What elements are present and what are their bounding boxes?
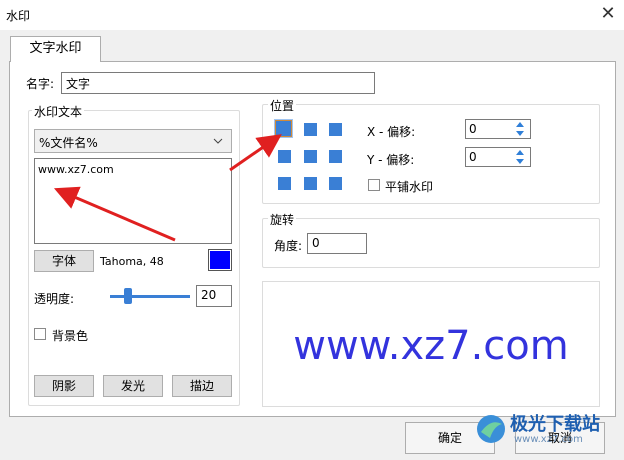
site-logo-url: www.xz7.com [514,434,583,445]
tab-text-watermark[interactable]: 文字水印 [10,36,101,62]
site-logo-icon [477,415,505,443]
arrow-to-text [53,186,176,242]
arrow-to-position [229,134,282,172]
annotation-arrows [53,134,282,242]
site-logo: 极光下载站 www.xz7.com [474,408,624,460]
site-logo-text: 极光下载站 [510,414,600,435]
